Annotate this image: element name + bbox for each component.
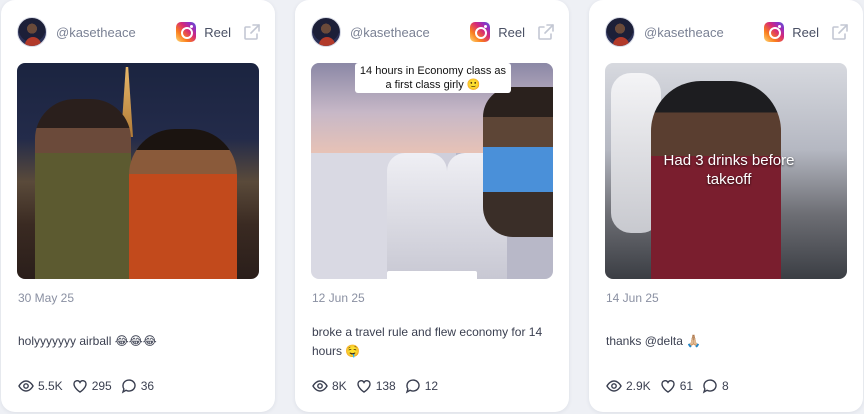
likes-count: 138 [375,379,396,393]
views-count: 8K [332,379,347,393]
card-header: @kasetheace Reel [311,16,555,48]
post-type-label: Reel [204,24,231,40]
likes-stat: 138 [356,378,396,394]
person-right-shape [129,129,237,279]
views-count: 2.9K [626,379,651,393]
post-card[interactable]: @kasetheace Reel Had 3 drinks before tak… [589,0,863,412]
comments-count: 36 [140,379,155,393]
comments-stat: 36 [121,378,154,394]
avatar[interactable] [605,17,635,47]
post-type-label: Reel [792,24,819,40]
comment-icon [702,379,717,394]
likes-stat: 61 [660,378,693,394]
external-link-icon[interactable] [243,23,261,41]
post-caption: thanks @delta 🙏🏼 [606,334,702,348]
likes-stat: 295 [72,378,112,394]
avatar[interactable] [311,17,341,47]
views-stat: 2.9K [606,378,651,394]
video-caption-overlay: 14 hours in Economy class as a first cla… [355,63,511,93]
card-header: @kasetheace Reel [605,16,849,48]
post-date: 12 Jun 25 [312,291,365,305]
post-thumbnail[interactable]: Had 3 drinks before takeoff [605,63,847,279]
views-stat: 8K [312,378,347,394]
card-header: @kasetheace Reel [17,16,261,48]
external-link-icon[interactable] [831,23,849,41]
post-caption: broke a travel rule and flew economy for… [312,325,543,358]
instagram-icon [764,22,785,42]
likes-count: 295 [91,379,112,393]
post-type-label: Reel [498,24,525,40]
instagram-icon [176,22,197,42]
post-date: 30 May 25 [18,291,75,305]
person-shape [483,87,553,237]
eye-icon [18,380,34,392]
account-handle[interactable]: @kasetheace [644,25,724,40]
post-date: 14 Jun 25 [606,291,659,305]
post-thumbnail[interactable]: 14 hours in Economy class as a first cla… [311,63,553,279]
comment-icon [121,379,136,394]
eye-icon [312,380,328,392]
comments-count: 8 [722,379,729,393]
post-caption: holyyyyyyy airball 😂😂😂 [18,334,157,348]
video-caption-overlay: Had 3 drinks before takeoff [663,152,795,188]
seat-shape [387,153,447,279]
eye-icon [606,380,622,392]
comment-icon [405,379,420,394]
avatar[interactable] [17,17,47,47]
external-link-icon[interactable] [537,23,555,41]
post-card[interactable]: @kasetheace Reel 14 hours in Economy cla… [295,0,569,412]
post-card[interactable]: @kasetheace Reel 30 May 25 holyyyyyyy ai… [1,0,275,412]
views-count: 5.5K [38,379,63,393]
account-handle[interactable]: @kasetheace [350,25,430,40]
instagram-icon [470,22,491,42]
video-caption-overlay-bottom [387,271,477,279]
comments-count: 12 [424,379,439,393]
heart-icon [356,380,371,393]
heart-icon [660,380,675,393]
post-stats: 5.5K 295 36 [18,376,163,396]
person-left-shape [35,99,131,279]
heart-icon [72,380,87,393]
post-stats: 8K 138 12 [312,376,447,396]
comments-stat: 12 [405,378,438,394]
account-handle[interactable]: @kasetheace [56,25,136,40]
post-stats: 2.9K 61 8 [606,376,738,396]
likes-count: 61 [679,379,694,393]
post-thumbnail[interactable] [17,63,259,279]
comments-stat: 8 [702,378,729,394]
views-stat: 5.5K [18,378,63,394]
